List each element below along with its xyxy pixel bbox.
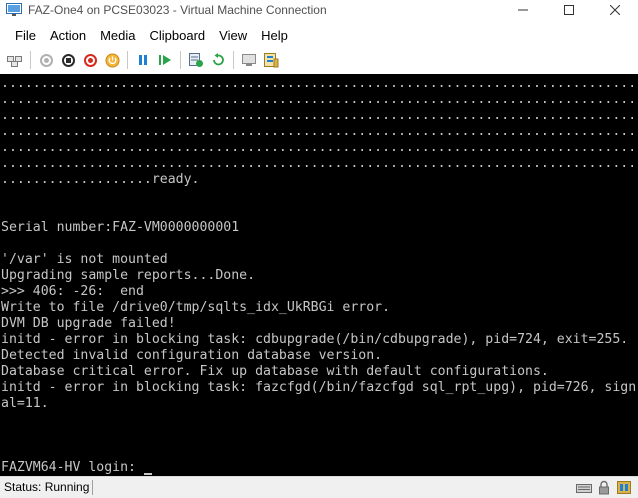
window-title: FAZ-One4 on PCSE03023 - Virtual Machine … [28, 3, 327, 17]
audio-icon [616, 480, 632, 495]
ctrl-alt-del-icon [7, 56, 22, 67]
start-icon [39, 53, 53, 67]
pause-icon [139, 55, 147, 65]
status-bar: Status: Running [0, 476, 638, 498]
checkpoint-icon [189, 53, 203, 67]
toolbar-separator [30, 51, 31, 69]
vm-console-screen[interactable]: ........................................… [0, 74, 638, 476]
enhanced-session-icon [242, 54, 256, 66]
resume-icon [159, 55, 171, 65]
title-bar[interactable]: FAZ-One4 on PCSE03023 - Virtual Machine … [0, 0, 638, 20]
console-line: >>> 406: -26: end [1, 284, 144, 299]
menu-bar: File Action Media Clipboard View Help [0, 25, 295, 45]
console-line: ........................................… [1, 156, 637, 171]
start-button[interactable] [37, 51, 55, 69]
console-line: al=11. [1, 396, 49, 411]
status-icons [572, 480, 632, 495]
console-line: Database critical error. Fix up database… [1, 364, 549, 379]
vm-connection-window: FAZ-One4 on PCSE03023 - Virtual Machine … [0, 0, 638, 498]
maximize-button[interactable] [546, 0, 592, 20]
turn-off-icon [61, 53, 75, 67]
window-controls [500, 0, 638, 20]
power-icon [105, 53, 119, 67]
console-cursor [143, 473, 152, 475]
console-line: ........................................… [1, 108, 637, 123]
toolbar-separator [180, 51, 181, 69]
minimize-icon [518, 9, 528, 11]
console-line: ........................................… [1, 92, 637, 107]
menu-clipboard[interactable]: Clipboard [143, 28, 213, 43]
keyboard-icon [576, 480, 592, 495]
console-line: ........................................… [1, 76, 637, 91]
close-icon [610, 5, 620, 15]
settings-icon [264, 53, 279, 68]
menu-file[interactable]: File [8, 28, 43, 43]
console-line: initd - error in blocking task: fazcfgd(… [1, 380, 637, 395]
revert-button[interactable] [209, 51, 227, 69]
console-line: DVM DB upgrade failed! [1, 316, 176, 331]
menu-action[interactable]: Action [43, 28, 93, 43]
menu-view[interactable]: View [212, 28, 254, 43]
console-line: Write to file /drive0/tmp/sqlts_idx_UkRB… [1, 300, 391, 315]
toolbar [0, 48, 638, 72]
console-line: ........................................… [1, 140, 637, 155]
close-button[interactable] [592, 0, 638, 20]
status-text: Status: Running [4, 480, 90, 494]
minimize-button[interactable] [500, 0, 546, 20]
console-line: '/var' is not mounted [1, 252, 168, 267]
console-line: Detected invalid configuration database … [1, 348, 383, 363]
shutdown-button[interactable] [81, 51, 99, 69]
console-line: Serial number:FAZ-VM0000000001 [1, 220, 240, 235]
console-line: Upgrading sample reports...Done. [1, 268, 256, 283]
pause-button[interactable] [134, 51, 152, 69]
status-divider [92, 480, 93, 495]
enhanced-session-button[interactable] [240, 51, 258, 69]
menu-media[interactable]: Media [93, 28, 142, 43]
menu-help[interactable]: Help [254, 28, 295, 43]
console-line: initd - error in blocking task: cdbupgra… [1, 332, 629, 347]
checkpoint-button[interactable] [187, 51, 205, 69]
settings-button[interactable] [262, 51, 280, 69]
ctrl-alt-del-button[interactable] [6, 51, 24, 69]
revert-icon [213, 53, 224, 66]
console-line: FAZVM64-HV login: [1, 460, 144, 475]
resume-button[interactable] [156, 51, 174, 69]
toolbar-separator [127, 51, 128, 69]
power-button[interactable] [103, 51, 121, 69]
toolbar-separator [233, 51, 234, 69]
console-line: ........................................… [1, 124, 637, 139]
turn-off-button[interactable] [59, 51, 77, 69]
shutdown-icon [83, 53, 97, 67]
maximize-icon [564, 5, 574, 15]
console-line: ...................ready. [1, 172, 200, 187]
vm-connection-icon [6, 3, 22, 17]
lock-icon [596, 480, 612, 495]
